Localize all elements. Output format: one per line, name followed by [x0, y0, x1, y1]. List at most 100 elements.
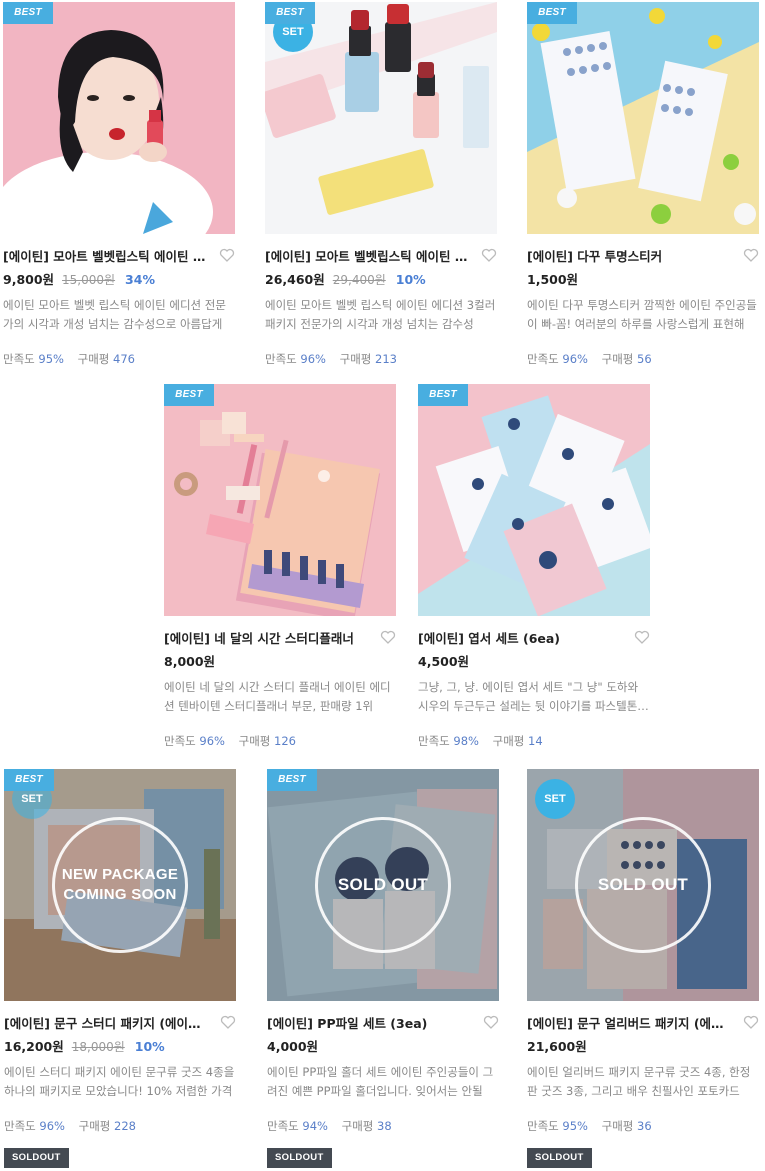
reviews-label: 구매평 [492, 734, 525, 748]
reviews-label: 구매평 [601, 1119, 634, 1133]
product-image-study-planner[interactable]: BEST [164, 384, 396, 616]
sale-price: 4,500원 [418, 654, 470, 669]
product-card[interactable]: BEST SET [에이틴] 모아트 벨벳립스틱 에이틴 에디션 3컬러 26,… [265, 2, 497, 367]
best-badge: BEST [418, 384, 468, 406]
satisfaction-label: 만족도 [164, 734, 196, 748]
sale-price: 8,000원 [164, 654, 216, 669]
product-name[interactable]: [에이틴] 네 달의 시간 스터디플래너 [164, 628, 369, 647]
satisfaction-label: 만족도 [527, 1119, 559, 1133]
product-name[interactable]: [에이틴] 엽서 세트 (6ea) [418, 628, 623, 647]
product-card[interactable]: SOLD OUT BEST [에이틴] PP파일 세트 (3ea) 4,000원… [267, 769, 499, 1168]
overlay-status-text: SOLD OUT [597, 875, 689, 894]
product-image-postcard-set[interactable]: BEST [418, 384, 650, 616]
satisfaction-value: 96% [199, 734, 225, 748]
product-description: 그냥, 그, 냥. 에이틴 엽서 세트 "그 냥" 도하와 시우의 두근두근 설… [418, 680, 648, 713]
product-name[interactable]: [에이틴] 문구 스터디 패키지 (에이틴 에디션) [4, 1013, 209, 1032]
product-name[interactable]: [에이틴] 모아트 벨벳립스틱 에이틴 에디션 3컬러 [265, 246, 470, 265]
wishlist-heart-icon[interactable] [634, 629, 650, 645]
wishlist-heart-icon[interactable] [220, 1014, 236, 1030]
sale-price: 26,460원 [265, 272, 325, 287]
satisfaction-label: 만족도 [265, 352, 297, 366]
review-stats: 만족도 96% 구매평 228 [4, 1118, 236, 1134]
product-description: 에이틴 스터디 패키지 에이틴 문구류 굿즈 4종을 하나의 패키지로 모았습니… [4, 1065, 235, 1098]
best-badge: BEST [527, 2, 577, 24]
product-description: 에이틴 네 달의 시간 스터디 플래너 에이틴 에디션 텐바이텐 스터디플래너 … [164, 680, 391, 713]
product-image-lipstick-model[interactable]: BEST [3, 2, 235, 234]
reviews-label: 구매평 [601, 352, 634, 366]
reviews-count[interactable]: 213 [375, 352, 397, 366]
product-image-study-package[interactable]: SET NEW PACKAGE COMING SOON BEST [4, 769, 236, 1001]
product-description: 에이틴 얼리버드 패키지 문구류 굿즈 4종, 한정판 굿즈 3종, 그리고 배… [527, 1065, 751, 1098]
overlay-ring: NEW PACKAGE COMING SOON [52, 817, 188, 953]
best-badge: BEST [164, 384, 214, 406]
sale-price: 21,600원 [527, 1039, 587, 1054]
sale-price: 16,200원 [4, 1039, 64, 1054]
wishlist-heart-icon[interactable] [219, 247, 235, 263]
original-price: 29,400원 [332, 273, 386, 287]
satisfaction-label: 만족도 [267, 1119, 299, 1133]
reviews-label: 구매평 [339, 352, 372, 366]
review-stats: 만족도 96% 구매평 126 [164, 733, 396, 749]
wishlist-heart-icon[interactable] [743, 1014, 759, 1030]
product-image-sticker[interactable]: BEST [527, 2, 759, 234]
discount-rate: 34% [125, 272, 155, 287]
reviews-label: 구매평 [238, 734, 271, 748]
wishlist-heart-icon[interactable] [743, 247, 759, 263]
product-photo [164, 384, 396, 616]
satisfaction-value: 96% [39, 1119, 65, 1133]
product-description: 에이틴 모아트 벨벳 립스틱 에이틴 에디션 전문가의 시각과 개성 넘치는 감… [3, 298, 226, 331]
sale-price: 9,800원 [3, 272, 55, 287]
reviews-count[interactable]: 38 [377, 1119, 392, 1133]
product-image-early-bird-package[interactable]: SET SOLD OUT [527, 769, 759, 1001]
reviews-count[interactable]: 476 [113, 352, 135, 366]
product-card[interactable]: BEST [에이틴] 네 달의 시간 스터디플래너 8,000원 에이틴 네 달… [164, 384, 396, 749]
product-image-lipstick-set[interactable]: BEST SET [265, 2, 497, 234]
product-card[interactable]: SET NEW PACKAGE COMING SOON BEST [에이틴] 문… [4, 769, 236, 1168]
product-card[interactable]: SET SOLD OUT [에이틴] 문구 얼리버드 패키지 (에이틴 에디션)… [527, 769, 759, 1168]
review-stats: 만족도 98% 구매평 14 [418, 733, 650, 749]
wishlist-heart-icon[interactable] [483, 1014, 499, 1030]
best-badge: BEST [267, 769, 317, 791]
product-name[interactable]: [에이틴] PP파일 세트 (3ea) [267, 1013, 472, 1032]
best-badge: BEST [4, 769, 54, 791]
product-name[interactable]: [에이틴] 모아트 벨벳립스틱 에이틴 에디션 [3, 246, 208, 265]
sale-price: 4,000원 [267, 1039, 319, 1054]
product-photo [418, 384, 650, 616]
reviews-count[interactable]: 36 [637, 1119, 652, 1133]
product-photo [527, 2, 759, 234]
wishlist-heart-icon[interactable] [481, 247, 497, 263]
product-card[interactable]: BEST [에이틴] 모아트 벨벳립스틱 에이틴 에디션 9,800원 15,0… [3, 2, 235, 367]
product-description: 에이틴 다꾸 투명스티커 깜찍한 에이틴 주인공들이 빠-꼼! 여러분의 하루를… [527, 298, 757, 331]
overlay-ring: SOLD OUT [315, 817, 451, 953]
satisfaction-value: 96% [562, 352, 588, 366]
product-description: 에이틴 PP파일 홀더 세트 에이틴 주인공들이 그려진 예쁜 PP파일 홀더입… [267, 1065, 494, 1098]
best-badge: BEST [3, 2, 53, 24]
review-stats: 만족도 96% 구매평 56 [527, 351, 759, 367]
reviews-count[interactable]: 56 [637, 352, 652, 366]
satisfaction-value: 94% [302, 1119, 328, 1133]
original-price: 18,000원 [71, 1040, 125, 1054]
product-name[interactable]: [에이틴] 문구 얼리버드 패키지 (에이틴 에디션) [527, 1013, 732, 1032]
satisfaction-label: 만족도 [527, 352, 559, 366]
product-photo [3, 2, 235, 234]
soldout-tag: SOLDOUT [267, 1148, 332, 1168]
product-name[interactable]: [에이틴] 다꾸 투명스티커 [527, 246, 732, 265]
reviews-count[interactable]: 228 [114, 1119, 136, 1133]
product-card[interactable]: BEST [에이틴] 다꾸 투명스티커 1,500원 에이틴 다꾸 투명스티커 … [527, 2, 759, 367]
wishlist-heart-icon[interactable] [380, 629, 396, 645]
product-description: 에이틴 모아트 벨벳 립스틱 에이틴 에디션 3컬러 패키지 전문가의 시각과 … [265, 298, 496, 331]
product-image-pp-file-set[interactable]: SOLD OUT BEST [267, 769, 499, 1001]
reviews-count[interactable]: 14 [528, 734, 543, 748]
review-stats: 만족도 95% 구매평 36 [527, 1118, 759, 1134]
reviews-label: 구매평 [341, 1119, 374, 1133]
reviews-label: 구매평 [77, 352, 110, 366]
sale-price: 1,500원 [527, 272, 579, 287]
product-card[interactable]: BEST [에이틴] 엽서 세트 (6ea) 4,500원 그냥, 그, 냥. … [418, 384, 650, 749]
discount-rate: 10% [134, 1039, 165, 1054]
reviews-count[interactable]: 126 [274, 734, 296, 748]
overlay-status-text: NEW PACKAGE COMING SOON [61, 866, 179, 903]
discount-rate: 10% [395, 272, 426, 287]
satisfaction-value: 95% [38, 352, 64, 366]
overlay-status-text: SOLD OUT [337, 875, 429, 894]
satisfaction-label: 만족도 [3, 352, 35, 366]
